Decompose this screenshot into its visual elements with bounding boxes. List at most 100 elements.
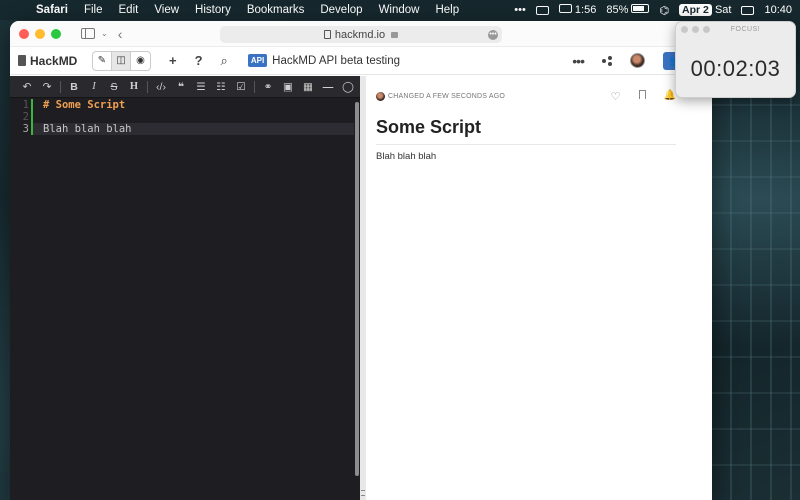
battery-icon: [631, 4, 650, 13]
bullet-list-icon[interactable]: ☰: [191, 81, 211, 93]
user-avatar[interactable]: [629, 53, 645, 68]
numbered-list-icon[interactable]: ☷: [211, 81, 231, 93]
desktop-wallpaper-detail: [712, 90, 800, 500]
hackmd-brand-name: HackMD: [30, 53, 78, 68]
control-toggle-icon[interactable]: [535, 5, 549, 15]
control-center-icon[interactable]: [741, 5, 755, 15]
preview-actions: ♡ 🔔: [611, 90, 676, 103]
api-badge: API: [247, 54, 268, 67]
macos-menu-bar: Safari File Edit View History Bookmarks …: [0, 0, 800, 20]
focus-title: FOCUS!: [730, 26, 761, 33]
url-text: hackmd.io: [334, 28, 386, 41]
code-line-empty[interactable]: [43, 111, 354, 123]
quote-icon[interactable]: ❝: [171, 81, 191, 93]
code-line-heading[interactable]: # Some Script: [43, 99, 354, 111]
editor-panes: ↶ ↷ B I S H ‹/› ❝ ☰ ☷ ☑ ⚭ ▣ ▦ — ◯ 1 2 3 …: [10, 76, 712, 500]
day-label: Sat: [714, 4, 732, 16]
editor-format-toolbar: ↶ ↷ B I S H ‹/› ❝ ☰ ☷ ☑ ⚭ ▣ ▦ — ◯: [10, 76, 360, 98]
share-icon[interactable]: [601, 56, 612, 66]
minimize-window-button[interactable]: [35, 28, 45, 39]
hackmd-logo[interactable]: HackMD: [18, 54, 92, 68]
page-menu-icon[interactable]: •••: [488, 29, 498, 40]
splitter-grip-icon[interactable]: [361, 490, 365, 496]
menu-view[interactable]: View: [146, 4, 187, 16]
split-mode-button[interactable]: ◫: [112, 51, 131, 70]
play-icon: [558, 4, 572, 13]
link-icon[interactable]: ⚭: [258, 81, 278, 93]
app-menu[interactable]: Safari: [28, 4, 76, 16]
date-display[interactable]: Apr 2 Sat: [679, 4, 731, 16]
help-button[interactable]: ?: [195, 53, 203, 68]
menu-bookmarks[interactable]: Bookmarks: [239, 4, 313, 16]
bookmark-icon[interactable]: [638, 90, 646, 99]
menu-help[interactable]: Help: [427, 4, 467, 16]
focus-timer-window[interactable]: FOCUS! 00:02:03: [675, 21, 796, 98]
window-controls: [10, 28, 61, 39]
zoom-window-button[interactable]: [51, 28, 61, 39]
heart-icon[interactable]: ♡: [611, 90, 621, 103]
code-icon[interactable]: ‹/›: [151, 81, 171, 93]
clock[interactable]: 10:40: [764, 4, 792, 16]
date-badge: Apr 2: [679, 4, 712, 16]
toolbar-divider: [60, 80, 61, 93]
edit-mode-button[interactable]: ✎: [93, 51, 112, 70]
more-status-icon[interactable]: •••: [514, 4, 526, 16]
lock-icon: [391, 31, 399, 38]
view-mode-switch: ✎ ◫ ◉: [92, 50, 151, 71]
header-button[interactable]: H: [124, 81, 144, 92]
timer-label: 1:56: [574, 4, 597, 16]
safari-title-bar: ⌄ ‹ hackmd.io •••: [10, 21, 712, 47]
redo-icon[interactable]: ↷: [37, 81, 57, 93]
menu-history[interactable]: History: [187, 4, 239, 16]
safari-window: ⌄ ‹ hackmd.io ••• HackMD ✎ ◫ ◉ + ? ⌕ API…: [10, 21, 712, 500]
battery-status[interactable]: 85%: [606, 4, 650, 16]
search-icon[interactable]: ⌕: [221, 53, 228, 69]
line-number: 3: [22, 123, 29, 135]
note-meta: CHANGED A FEW SECONDS AGO: [376, 92, 505, 101]
author-avatar[interactable]: [376, 92, 385, 101]
undo-icon[interactable]: ↶: [17, 81, 37, 93]
menu-bar-status-area: ••• 1:56 85% ⌬ Apr 2 Sat 10:40: [514, 4, 800, 17]
menu-file[interactable]: File: [76, 4, 111, 16]
note-title: HackMD API beta testing: [272, 54, 401, 67]
editor-body[interactable]: 1 2 3 # Some Script Blah blah blah: [10, 98, 360, 500]
table-icon[interactable]: ▦: [298, 81, 318, 93]
chevron-down-icon[interactable]: ⌄: [101, 29, 108, 38]
menu-develop[interactable]: Develop: [312, 4, 370, 16]
toolbar-divider: [254, 80, 255, 93]
bold-button[interactable]: B: [64, 81, 84, 93]
checkbox-icon[interactable]: ☑: [231, 81, 251, 93]
horizontal-line-icon[interactable]: —: [318, 81, 338, 93]
line-number: 1: [22, 99, 29, 111]
focus-time: 00:02:03: [690, 56, 781, 81]
line-number-gutter: 1 2 3: [10, 98, 32, 500]
markdown-editor[interactable]: ↶ ↷ B I S H ‹/› ❝ ☰ ☷ ☑ ⚭ ▣ ▦ — ◯ 1 2 3 …: [10, 76, 360, 500]
menu-window[interactable]: Window: [371, 4, 428, 16]
comment-icon[interactable]: ◯: [338, 81, 358, 93]
address-bar[interactable]: hackmd.io •••: [220, 26, 502, 43]
battery-percent: 85%: [606, 4, 629, 16]
hackmd-toolbar: HackMD ✎ ◫ ◉ + ? ⌕ API HackMD API beta t…: [10, 47, 712, 75]
line-number: 2: [22, 111, 29, 123]
wifi-icon[interactable]: ⌬: [659, 4, 669, 17]
toolbar-divider: [147, 80, 148, 93]
image-icon[interactable]: ▣: [278, 81, 298, 93]
code-line-body[interactable]: Blah blah blah: [33, 123, 354, 135]
back-arrow-icon[interactable]: ‹: [118, 26, 123, 42]
page-icon: [323, 30, 331, 39]
preview-heading: Some Script: [376, 117, 676, 145]
screen-timer[interactable]: 1:56: [558, 4, 597, 16]
menu-edit[interactable]: Edit: [111, 4, 147, 16]
preview-paragraph: Blah blah blah: [376, 151, 437, 162]
code-lines[interactable]: # Some Script Blah blah blah: [33, 99, 354, 135]
new-note-button[interactable]: +: [169, 53, 177, 68]
markdown-preview: CHANGED A FEW SECONDS AGO ♡ 🔔 Some Scrip…: [366, 76, 712, 500]
changed-timestamp: CHANGED A FEW SECONDS AGO: [388, 93, 506, 100]
italic-button[interactable]: I: [84, 81, 104, 92]
strikethrough-button[interactable]: S: [104, 81, 124, 93]
view-mode-button[interactable]: ◉: [131, 52, 150, 70]
editor-scrollbar[interactable]: [355, 102, 359, 476]
close-window-button[interactable]: [19, 28, 29, 39]
more-options-button[interactable]: •••: [572, 53, 585, 69]
sidebar-toggle-icon[interactable]: [81, 28, 95, 39]
